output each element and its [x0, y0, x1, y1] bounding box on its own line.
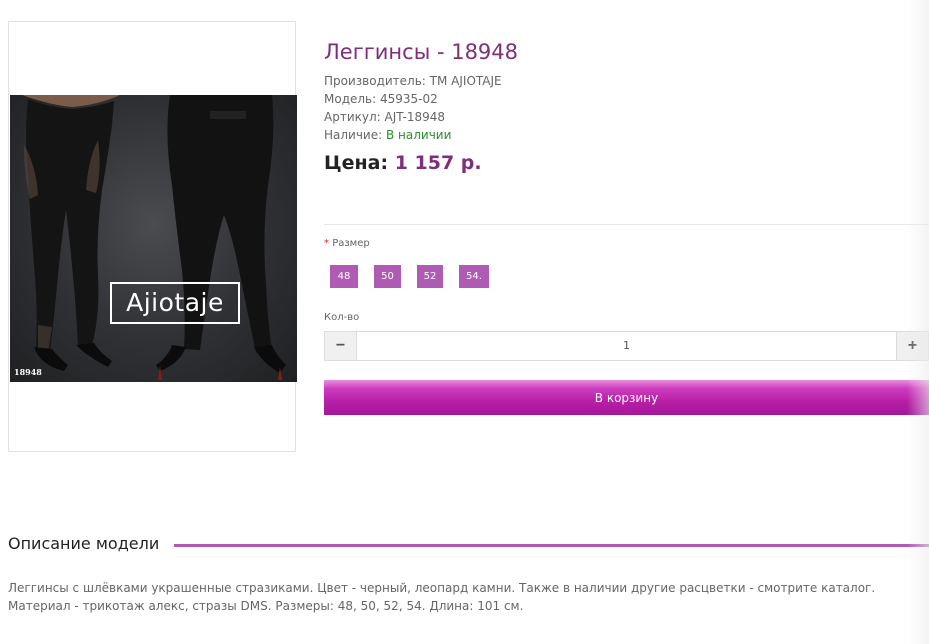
price-label: Цена:: [324, 152, 389, 174]
quantity-stepper: − 1 +: [324, 331, 929, 361]
product-image-frame[interactable]: Ajiotaje 18948: [8, 21, 297, 452]
size-option-label: * Размер: [324, 238, 370, 249]
size-button-52[interactable]: 52: [417, 265, 443, 288]
availability-label: Наличие:: [324, 128, 383, 142]
availability-row: Наличие: В наличии: [324, 128, 451, 142]
model-value: 45935-02: [380, 92, 438, 106]
sku-label: Артикул:: [324, 110, 381, 124]
model-label: Модель:: [324, 92, 377, 106]
size-label-text: Размер: [332, 238, 370, 249]
quantity-input[interactable]: 1: [357, 332, 896, 360]
quantity-label: Кол-во: [324, 312, 360, 323]
add-to-cart-button[interactable]: В корзину: [324, 380, 929, 415]
quantity-decrease-button[interactable]: −: [325, 332, 357, 360]
manufacturer-label: Производитель:: [324, 74, 426, 88]
manufacturer-value[interactable]: ТМ AJIOTAJE: [430, 74, 502, 88]
page-edge-shadow: [907, 0, 929, 644]
description-heading: Описание модели: [8, 534, 160, 553]
size-button-50[interactable]: 50: [374, 265, 401, 288]
brand-logo-box: Ajiotaje: [110, 282, 240, 324]
sku-value: AJT-18948: [384, 110, 445, 124]
model-row: Модель: 45935-02: [324, 92, 438, 106]
price-block: Цена: 1 157 р.: [324, 152, 482, 174]
description-heading-rule: [174, 544, 929, 547]
product-title: Леггинсы - 18948: [324, 40, 519, 64]
price-value: 1 157 р.: [394, 152, 482, 174]
sku-row: Артикул: AJT-18948: [324, 110, 445, 124]
product-photo[interactable]: Ajiotaje 18948: [10, 95, 297, 382]
divider: [324, 224, 929, 225]
leggings-illustration: [22, 95, 286, 380]
manufacturer-row: Производитель: ТМ AJIOTAJE: [324, 74, 502, 88]
size-button-48[interactable]: 48: [330, 265, 358, 288]
availability-status: В наличии: [386, 128, 452, 142]
size-button-54[interactable]: 54.: [459, 265, 489, 288]
description-text: Леггинсы с шлёвками украшенные стразикам…: [8, 581, 876, 613]
required-mark: *: [324, 238, 329, 249]
photo-code-label: 18948: [14, 367, 42, 377]
